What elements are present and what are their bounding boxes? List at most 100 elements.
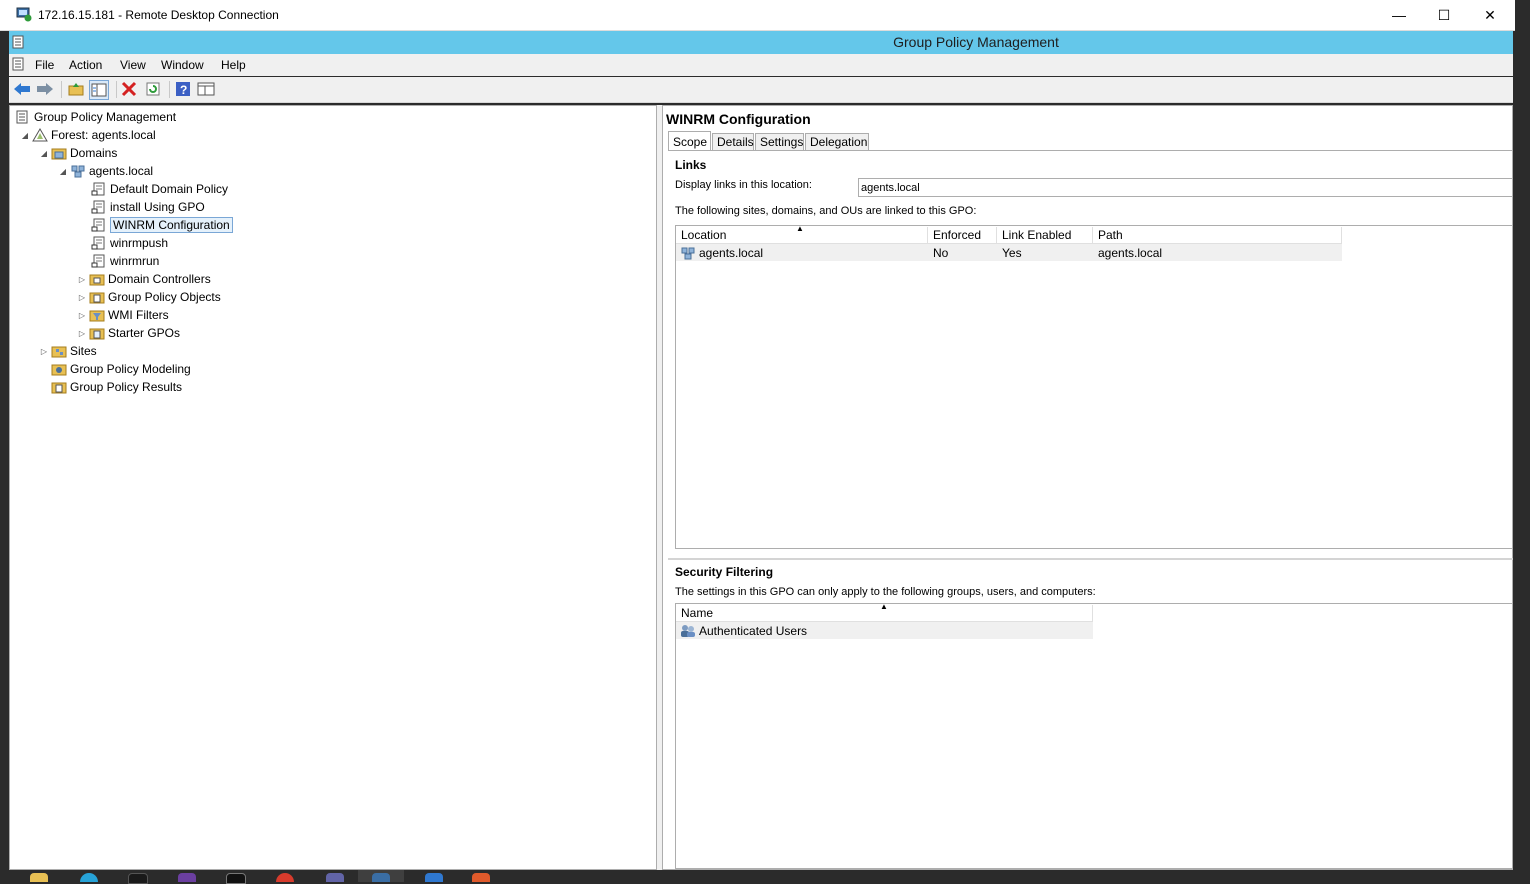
refresh-icon[interactable] <box>144 80 162 98</box>
table-row[interactable]: agents.local No Yes agents.local <box>676 244 1342 261</box>
collapsed-arrow-icon[interactable]: ▷ <box>77 311 87 320</box>
delete-icon[interactable] <box>120 80 138 98</box>
domain-icon <box>680 246 696 260</box>
app-taskbar-icon[interactable] <box>128 873 148 884</box>
tree-item-gpo[interactable]: winrmpush <box>91 234 168 252</box>
tree-label: Group Policy Management <box>34 110 177 124</box>
menu-help[interactable]: Help <box>221 58 246 72</box>
tab-settings[interactable]: Settings <box>755 133 804 151</box>
table-row[interactable]: Authenticated Users <box>676 622 1093 639</box>
file-explorer-taskbar-icon[interactable] <box>30 873 48 882</box>
app-taskbar-icon[interactable] <box>472 873 490 882</box>
terminal-taskbar-icon[interactable] <box>226 873 246 884</box>
menu-bar: File Action View Window Help <box>9 54 1513 76</box>
tree-item-container[interactable]: ▷ Starter GPOs <box>77 324 180 342</box>
security-filtering-table: Name ▲ Authenticated Users <box>675 602 1513 869</box>
column-header-enforced[interactable]: Enforced <box>928 227 997 244</box>
tree-item-gpo[interactable]: install Using GPO <box>91 198 205 216</box>
app-titlebar: Group Policy Management <box>9 31 1513 54</box>
column-header-link-enabled[interactable]: Link Enabled <box>997 227 1093 244</box>
column-header-label: Location <box>681 228 727 242</box>
details-pane: WINRM Configuration Scope Details Settin… <box>662 105 1513 870</box>
tree-item-modeling[interactable]: Group Policy Modeling <box>51 360 191 378</box>
gpo-link-icon <box>91 182 107 196</box>
rdp-window-title: 172.16.15.181 - Remote Desktop Connectio… <box>38 8 279 22</box>
tree-label: winrmpush <box>110 236 169 250</box>
expanded-arrow-icon[interactable]: ◢ <box>58 167 68 176</box>
collapsed-arrow-icon[interactable]: ▷ <box>39 347 49 356</box>
remote-desktop-taskbar-icon[interactable] <box>372 873 390 882</box>
tree-item-sites[interactable]: ▷ Sites <box>39 342 97 360</box>
links-table: Location ▲ Enforced Link Enabled Path ag… <box>675 224 1513 549</box>
app-taskbar-icon[interactable] <box>178 873 196 882</box>
tree-item-gpo[interactable]: winrmrun <box>91 252 159 270</box>
sites-icon <box>51 344 67 358</box>
column-header-label: Name <box>681 606 714 620</box>
column-header-name[interactable]: Name ▲ <box>676 602 1093 622</box>
display-links-label: Display links in this location: <box>675 179 812 191</box>
menu-view[interactable]: View <box>120 58 146 72</box>
console-tree: Group Policy Management ◢ Forest: agents… <box>9 105 657 870</box>
help-icon[interactable]: ? <box>174 80 192 98</box>
collapsed-arrow-icon[interactable]: ▷ <box>77 329 87 338</box>
tab-scope[interactable]: Scope <box>668 131 711 151</box>
modeling-icon <box>51 362 67 376</box>
cell-path: agents.local <box>1093 244 1342 261</box>
collapsed-arrow-icon[interactable]: ▷ <box>77 293 87 302</box>
gpo-folder-icon <box>89 290 105 304</box>
maximize-button[interactable]: ☐ <box>1421 0 1467 30</box>
close-button[interactable]: ✕ <box>1467 0 1513 30</box>
tree-item-results[interactable]: Group Policy Results <box>51 378 182 396</box>
tree-label: WMI Filters <box>108 308 169 322</box>
app-taskbar-icon[interactable] <box>425 873 443 882</box>
column-header-path[interactable]: Path <box>1093 227 1342 244</box>
tree-item-root[interactable]: Group Policy Management <box>15 108 176 126</box>
column-header-location[interactable]: Location ▲ <box>676 224 928 244</box>
menu-file[interactable]: File <box>35 58 54 72</box>
tree-item-domains[interactable]: ◢ Domains <box>39 144 117 162</box>
toolbar: ? <box>9 77 1513 103</box>
tree-label: winrmrun <box>110 254 160 268</box>
users-group-icon <box>680 624 696 638</box>
cell-text: agents.local <box>699 245 764 260</box>
up-folder-icon[interactable] <box>67 80 85 98</box>
expanded-arrow-icon[interactable]: ◢ <box>20 131 30 140</box>
wmi-filter-folder-icon <box>89 308 105 322</box>
minimize-button[interactable]: — <box>1376 0 1422 30</box>
tree-item-container[interactable]: ▷ Domain Controllers <box>77 270 211 288</box>
gpo-link-icon <box>91 254 107 268</box>
expanded-arrow-icon[interactable]: ◢ <box>39 149 49 158</box>
cell-location: agents.local <box>676 244 928 261</box>
results-icon <box>51 380 67 394</box>
domain-icon <box>70 164 86 178</box>
gpo-title: WINRM Configuration <box>666 111 811 127</box>
tab-delegation[interactable]: Delegation <box>805 133 869 151</box>
forest-icon <box>32 128 48 142</box>
tree-item-container[interactable]: ▷ Group Policy Objects <box>77 288 221 306</box>
display-links-value: agents.local <box>861 181 920 194</box>
tree-label: Group Policy Objects <box>108 290 221 304</box>
tree-item-gpo[interactable]: Default Domain Policy <box>91 180 228 198</box>
menu-window[interactable]: Window <box>161 58 204 72</box>
forward-icon[interactable] <box>36 80 54 98</box>
show-hide-tree-icon[interactable] <box>89 80 109 100</box>
tree-item-domain[interactable]: ◢ agents.local <box>58 162 153 180</box>
tree-item-gpo-selected[interactable]: WINRM Configuration <box>91 216 233 234</box>
display-links-select[interactable]: agents.local <box>858 178 1513 197</box>
remote-desktop-icon <box>16 7 32 22</box>
rdp-titlebar: 172.16.15.181 - Remote Desktop Connectio… <box>0 0 1515 31</box>
tree-label: Group Policy Results <box>70 380 183 394</box>
tree-item-forest[interactable]: ◢ Forest: agents.local <box>20 126 156 144</box>
section-divider[interactable] <box>668 558 1513 560</box>
collapsed-arrow-icon[interactable]: ▷ <box>77 275 87 284</box>
teams-taskbar-icon[interactable] <box>326 873 344 882</box>
console-menu-icon[interactable] <box>12 57 26 72</box>
tree-label: Domains <box>70 146 118 160</box>
back-icon[interactable] <box>13 80 31 98</box>
cell-link-enabled: Yes <box>997 244 1093 261</box>
tab-details[interactable]: Details <box>712 133 754 151</box>
cell-enforced: No <box>928 244 997 261</box>
properties-icon[interactable] <box>197 80 215 98</box>
menu-action[interactable]: Action <box>69 58 102 72</box>
tree-item-container[interactable]: ▷ WMI Filters <box>77 306 169 324</box>
